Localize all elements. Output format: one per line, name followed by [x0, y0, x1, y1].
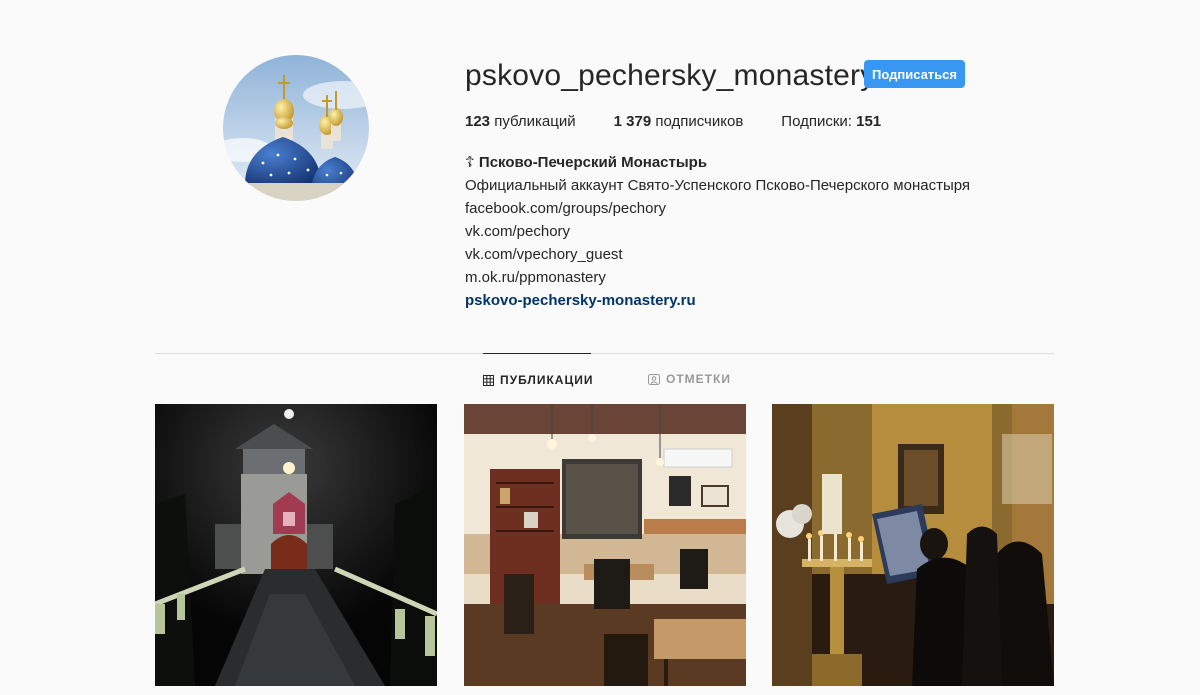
profile-stats: 123 публикаций 1 379 подписчиков Подписк… [465, 113, 919, 131]
profile-bio: ☦ Псково-Печерский Монастырь Официальный… [465, 151, 970, 312]
tag-user-icon [648, 373, 660, 385]
website-link[interactable]: pskovo-pechersky-monastery.ru [465, 292, 696, 309]
avatar[interactable] [223, 55, 369, 201]
grid-icon [483, 374, 494, 386]
following-stat[interactable]: Подписки: 151 [781, 113, 881, 131]
profile-full-name: ☦ Псково-Печерский Монастырь [465, 154, 708, 171]
following-label: Подписки: [781, 113, 857, 130]
tabs-divider [155, 353, 1054, 354]
posts-label: публикаций [490, 113, 576, 130]
post-thumbnail-night-gate[interactable] [155, 404, 437, 686]
post-thumbnail-church-interior[interactable] [772, 404, 1054, 686]
tab-tagged[interactable]: ОТМЕТКИ [648, 353, 731, 405]
following-count: 151 [856, 113, 882, 130]
bio-line: facebook.com/groups/pechory [465, 200, 666, 217]
followers-label: подписчиков [651, 113, 744, 130]
tab-posts[interactable]: ПУБЛИКАЦИИ [483, 353, 594, 406]
username: pskovo_pechersky_monastery [465, 59, 876, 92]
posts-stat: 123 публикаций [465, 113, 576, 131]
tab-tagged-label: ОТМЕТКИ [666, 372, 731, 386]
followers-count: 1 379 [613, 113, 652, 130]
bio-line: m.ok.ru/ppmonastery [465, 269, 606, 286]
posts-count: 123 [465, 113, 491, 130]
followers-stat[interactable]: 1 379 подписчиков [614, 113, 744, 131]
bio-line: vk.com/pechory [465, 223, 571, 240]
follow-button[interactable]: Подписаться [864, 60, 965, 88]
bio-line: Официальный аккаунт Свято-Успенского Пск… [465, 177, 971, 194]
tab-posts-label: ПУБЛИКАЦИИ [500, 373, 594, 387]
post-thumbnail-cafe[interactable] [464, 404, 746, 686]
bio-line: vk.com/vpechory_guest [465, 246, 623, 263]
